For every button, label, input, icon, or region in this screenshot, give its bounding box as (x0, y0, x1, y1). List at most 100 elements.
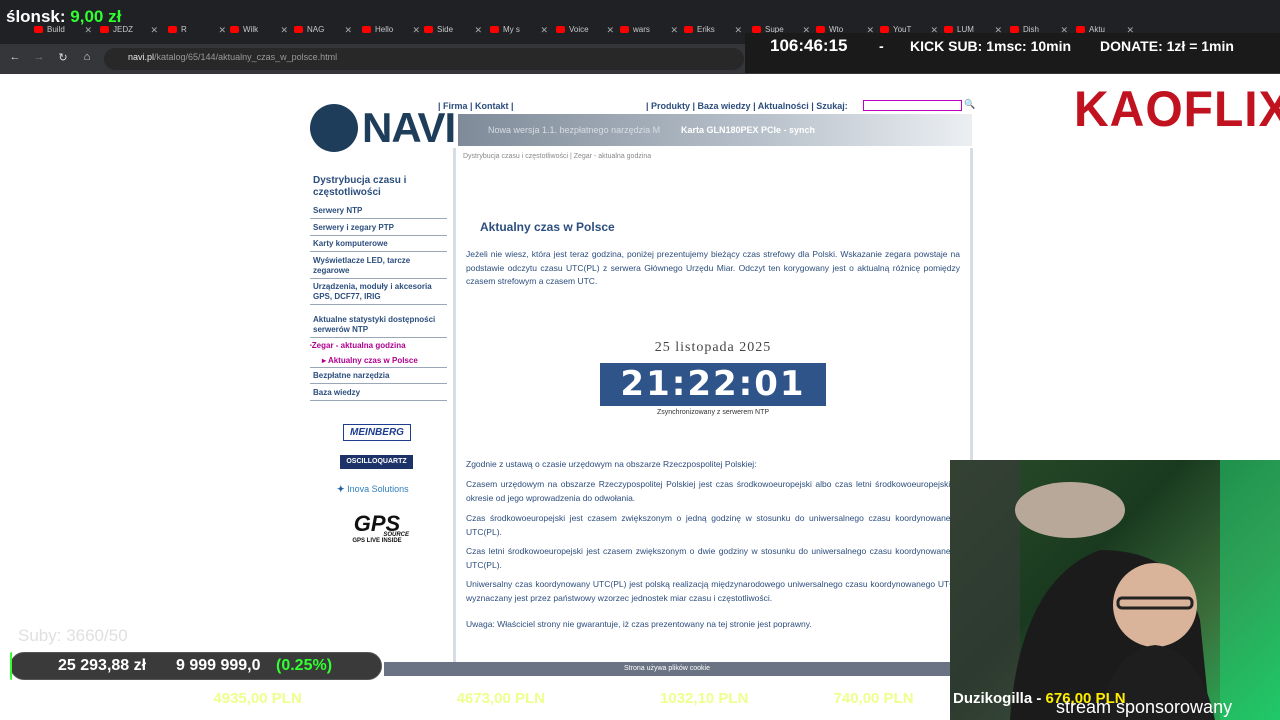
ticker-name: 5. (935, 690, 948, 707)
slonsk-label: ślonsk: (6, 7, 66, 26)
tab-favicon-icon (100, 26, 109, 34)
goal-current: 25 293,88 zł (58, 657, 147, 674)
kick-sub-rate: KICK SUB: 1msc: 10min (910, 38, 1072, 54)
subs-counter: Suby: 3660/50 (18, 626, 128, 645)
ticker-amount: 4935,00 PLN (213, 690, 302, 707)
browser-tab[interactable]: Side ✕ (424, 20, 482, 40)
banner-news-1[interactable]: Nowa wersja 1.1. bezpłatnego narzędzia M (488, 125, 660, 135)
tab-close-icon[interactable]: ✕ (540, 20, 548, 40)
law-paragraph-1: Czasem urzędowym na obszarze Rzeczypospo… (466, 479, 960, 503)
sidebar-subitem-time-poland[interactable]: ▸ Aktualny czas w Polsce (322, 356, 418, 365)
tab-close-icon[interactable]: ✕ (150, 20, 158, 40)
browser-tab[interactable]: Voice ✕ (556, 20, 614, 40)
tab-favicon-icon (230, 26, 239, 34)
ticker-item-1: 1. Kocham Makowkamusic - 4935,00 PLN (10, 690, 302, 707)
ticker-item-5: 5. (935, 690, 948, 707)
sidebar-item-cards[interactable]: Karty komputerowe (313, 239, 447, 249)
law-intro: Zgodnie z ustawą o czasie urzędowym na o… (466, 459, 757, 469)
tab-close-icon[interactable]: ✕ (606, 20, 614, 40)
sidebar-divider (310, 218, 447, 219)
sidebar-item-ntp[interactable]: Serwery NTP (313, 206, 447, 216)
reload-icon[interactable]: ↻ (56, 51, 70, 64)
top-nav-left[interactable]: | Firma | Kontakt | (438, 101, 514, 111)
tab-favicon-icon (620, 26, 629, 34)
tab-title: NAG (307, 25, 325, 34)
gps-source-logo[interactable]: GPS SOURCE GPS LIVE INSIDE (345, 513, 409, 545)
browser-tab[interactable]: Hello ✕ (362, 20, 420, 40)
url-text[interactable]: navi.pl/katalog/65/144/aktualny_czas_w_p… (128, 52, 337, 62)
tab-title: My s (503, 25, 520, 34)
sponsored-label: stream sponsorowany (1056, 697, 1233, 717)
search-input[interactable] (863, 100, 962, 111)
navi-logo-globe[interactable] (310, 104, 358, 152)
tab-close-icon[interactable]: ✕ (280, 20, 288, 40)
tab-title: Side (437, 25, 454, 34)
tab-close-icon[interactable]: ✕ (474, 20, 482, 40)
law-paragraph-4: Uniwersalny czas koordynowany UTC(PL) je… (466, 579, 960, 603)
tab-favicon-icon (362, 26, 371, 34)
sidebar-item-knowledge[interactable]: Baza wiedzy (313, 388, 447, 398)
sidebar-divider (310, 304, 447, 305)
browser-tab[interactable]: My s ✕ (490, 20, 548, 40)
url-host: navi.pl (128, 52, 155, 62)
ticker-name: 3. Grzegorz - (565, 690, 656, 707)
slonsk-value: 9,00 zł (70, 7, 122, 26)
goal-target: 9 999 999,0 (176, 657, 261, 674)
sidebar-divider (310, 235, 447, 236)
inova-mark-icon: ✦ (337, 484, 345, 494)
tab-close-icon[interactable]: ✕ (734, 20, 742, 40)
cookie-bar[interactable]: Strona używa plików cookie (384, 662, 950, 676)
timer-separator: - (879, 38, 884, 54)
browser-tab[interactable]: Wilk ✕ (230, 20, 288, 40)
top-nav-right[interactable]: | Produkty | Baza wiedzy | Aktualności |… (646, 101, 848, 111)
ticker-item-2: 2. Kocham Śląsk - 4673,00 PLN (324, 690, 545, 707)
browser-tab[interactable]: R ✕ (168, 20, 226, 40)
sidebar-item-led[interactable]: Wyświetlacze LED, tarcze zegarowe (313, 256, 447, 276)
clock-display: 21:22:01 (600, 363, 826, 406)
tab-favicon-icon (490, 26, 499, 34)
sidebar-item-gps[interactable]: Urządzenia, moduły i akcesoria GPS, DCF7… (313, 282, 447, 302)
forward-icon[interactable]: → (32, 51, 46, 63)
banner-news-2[interactable]: Karta GLN180PEX PCIe - synch (681, 125, 815, 135)
breadcrumb[interactable]: Dystrybucja czasu i częstotliwości | Zeg… (463, 153, 651, 160)
search-icon[interactable]: 🔍 (964, 99, 975, 110)
ticker-name: 1. Kocham Makowkamusic - (10, 690, 210, 707)
ticker-name: 2. Kocham Śląsk - (324, 690, 453, 707)
url-path: /katalog/65/144/aktualny_czas_w_polsce.h… (154, 52, 338, 62)
page-title: Aktualny czas w Polsce (480, 220, 615, 234)
browser-tab[interactable]: NAG ✕ (294, 20, 352, 40)
tab-close-icon[interactable]: ✕ (218, 20, 226, 40)
stream-timer: 106:46:15 (770, 36, 848, 55)
donation-goal-fill (10, 652, 12, 680)
inova-label: Inova Solutions (347, 484, 409, 494)
content-border (453, 148, 456, 662)
sidebar-item-tools[interactable]: Bezpłatne narzędzia (313, 371, 447, 381)
tab-title: Wilk (243, 25, 259, 34)
back-icon[interactable]: ← (8, 51, 22, 63)
inova-logo[interactable]: ✦ Inova Solutions (337, 484, 409, 495)
law-paragraph-2: Czas środkowoeuropejski jest czasem zwię… (466, 513, 960, 537)
tab-close-icon[interactable]: ✕ (670, 20, 678, 40)
ticker-name: 4. widz - (771, 690, 830, 707)
browser-tab[interactable]: wars ✕ (620, 20, 678, 40)
donate-rate: DONATE: 1zł = 1min (1100, 38, 1234, 54)
law-paragraph-3: Czas letni środkowoeuropejski jest czase… (466, 546, 960, 570)
webcam-feed (950, 460, 1280, 720)
meinberg-logo[interactable]: MEINBERG (343, 424, 411, 441)
navi-logo[interactable]: NAVI (362, 104, 456, 152)
current-date: 25 listopada 2025 (654, 340, 772, 355)
browser-tab[interactable]: Eriks ✕ (684, 20, 742, 40)
tab-close-icon[interactable]: ✕ (344, 20, 352, 40)
sidebar-item-ptp[interactable]: Serwery i zegary PTP (313, 223, 447, 233)
sidebar-divider (310, 400, 447, 401)
top-donor-name: Duzikogilla - (953, 690, 1042, 707)
home-icon[interactable]: ⌂ (80, 51, 94, 63)
sidebar-item-stats[interactable]: Aktualne statystyki dostępności serwerów… (313, 315, 447, 335)
tab-favicon-icon (168, 26, 177, 34)
tab-title: R (181, 25, 187, 34)
sidebar-item-clock[interactable]: •Zegar - aktualna godzina (310, 341, 447, 351)
tab-close-icon[interactable]: ✕ (412, 20, 420, 40)
sidebar-title[interactable]: Dystrybucja czasu i częstotliwości (313, 175, 443, 199)
tab-title: Hello (375, 25, 394, 34)
oscilloquartz-logo[interactable]: OSCILLOQUARTZ (340, 455, 413, 469)
